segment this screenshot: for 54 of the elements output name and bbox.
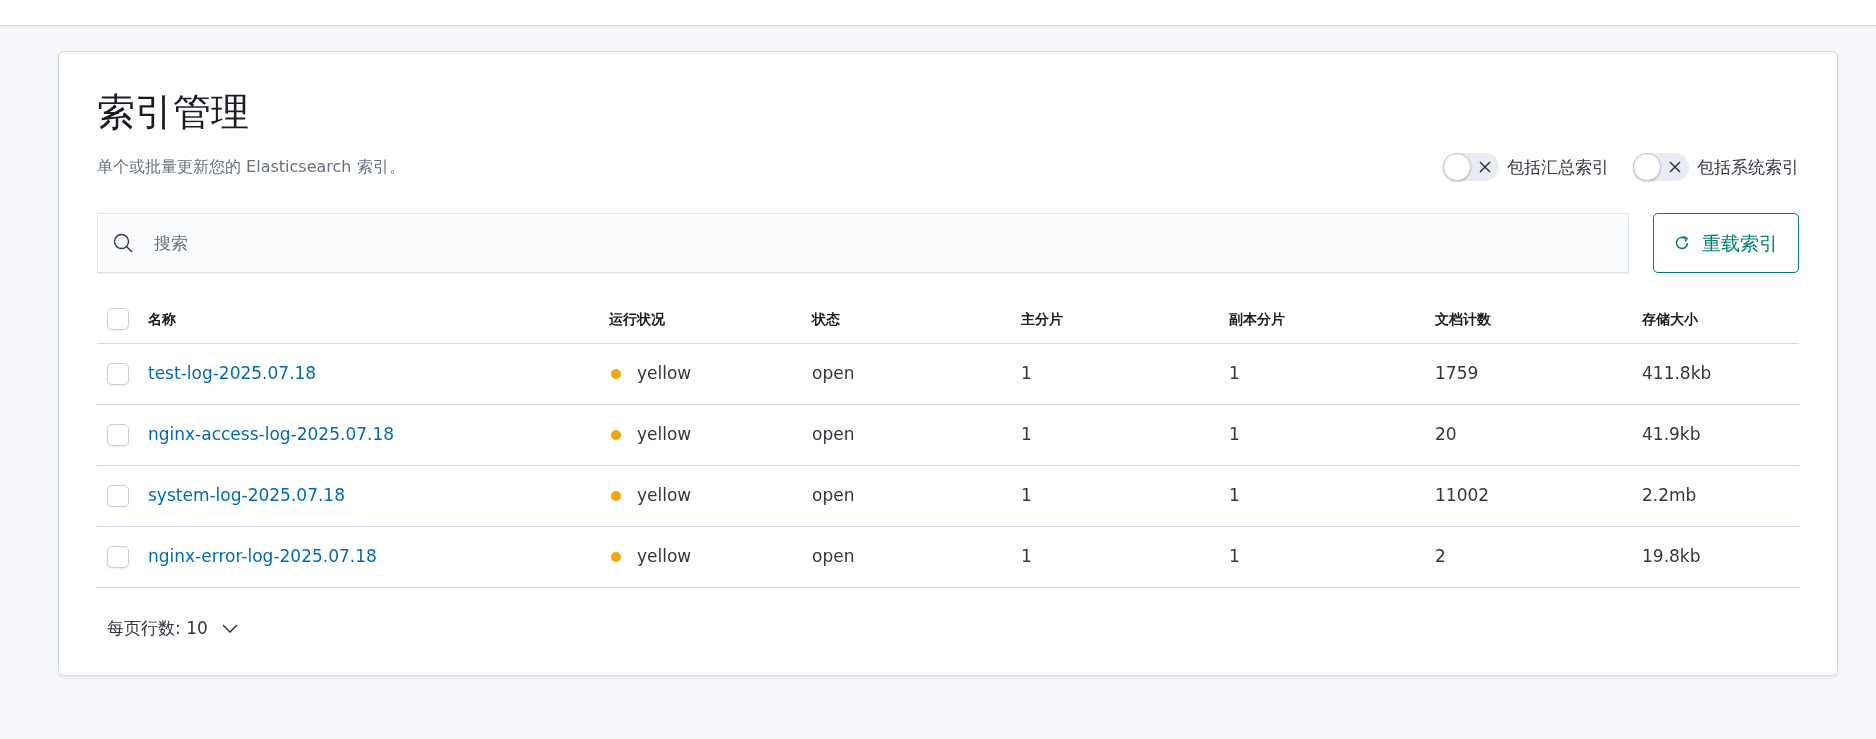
toggle-label: 包括系统索引 — [1697, 155, 1799, 179]
table-cell: 411.8kb — [1642, 363, 1712, 384]
row-checkbox[interactable] — [107, 485, 129, 508]
table-cell: 1 — [1021, 424, 1032, 445]
health-text: yellow — [637, 546, 692, 567]
toggle-label: 包括汇总索引 — [1507, 155, 1609, 179]
table-cell: open — [812, 363, 855, 384]
page-title: 索引管理 — [97, 89, 250, 136]
column-header: 副本分片 — [1229, 310, 1285, 327]
column-header: 名称 — [148, 310, 176, 327]
toggle-switch[interactable] — [1633, 153, 1689, 182]
column-header: 运行状况 — [609, 310, 665, 327]
table-cell: 2 — [1435, 546, 1446, 567]
table-cell: 1 — [1229, 424, 1240, 445]
rows-per-page-button[interactable]: 每页行数: 10 — [107, 615, 238, 642]
column-header: 主分片 — [1021, 310, 1063, 327]
table-cell: 1759 — [1435, 363, 1479, 384]
table-cell: 11002 — [1435, 485, 1490, 506]
table-cell: 19.8kb — [1642, 546, 1701, 567]
column-header: 状态 — [812, 310, 840, 327]
reload-button[interactable]: 重载索引 — [1653, 213, 1799, 274]
toggle-switch[interactable] — [1443, 153, 1499, 182]
table-cell: open — [812, 424, 855, 445]
refresh-icon — [1674, 235, 1690, 252]
table-cell: open — [812, 546, 855, 567]
row-checkbox[interactable] — [107, 424, 129, 447]
page-description: 单个或批量更新您的 Elasticsearch 索引。 — [97, 156, 405, 179]
table-cell: 1 — [1021, 546, 1032, 567]
select-all-checkbox[interactable] — [107, 308, 129, 331]
table-cell: 1 — [1229, 363, 1240, 384]
table-cell: 1 — [1021, 363, 1032, 384]
index-name-link[interactable]: test-log-2025.07.18 — [148, 363, 317, 384]
row-checkbox[interactable] — [107, 363, 129, 386]
column-header: 存储大小 — [1642, 310, 1698, 327]
index-name-link[interactable]: nginx-error-log-2025.07.18 — [148, 546, 377, 567]
x-icon — [1479, 161, 1491, 174]
column-header: 文档计数 — [1435, 310, 1491, 327]
row-checkbox[interactable] — [107, 546, 129, 569]
health-text: yellow — [637, 424, 692, 445]
table-cell: 20 — [1435, 424, 1457, 445]
table-cell: 1 — [1229, 485, 1240, 506]
table-cell: 41.9kb — [1642, 424, 1701, 445]
x-icon — [1669, 161, 1681, 174]
table-cell: 1 — [1021, 485, 1032, 506]
table-cell: 2.2mb — [1642, 485, 1697, 506]
table-cell: open — [812, 485, 855, 506]
search-icon — [113, 233, 133, 254]
search-field[interactable]: 搜索 — [97, 213, 1629, 274]
table-cell: 1 — [1229, 546, 1240, 567]
health-text: yellow — [637, 363, 692, 384]
index-name-link[interactable]: nginx-access-log-2025.07.18 — [148, 424, 395, 445]
health-text: yellow — [637, 485, 692, 506]
index-name-link[interactable]: system-log-2025.07.18 — [148, 485, 345, 506]
chevron-down-icon — [221, 624, 238, 634]
